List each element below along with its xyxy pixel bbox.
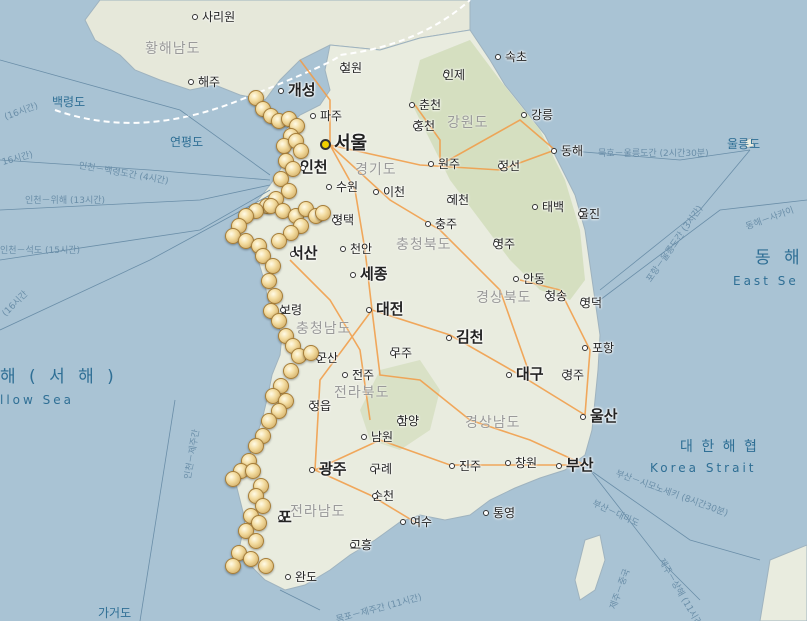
- province-chungnam: 충청남도: [296, 321, 352, 337]
- island-ulleung: 울릉도: [727, 137, 761, 151]
- city-donghae[interactable]: 동해: [551, 145, 583, 157]
- island-yeonpyeong: 연평도: [170, 135, 204, 149]
- strait-en-label: Korea Strait: [650, 461, 757, 475]
- location-marker[interactable]: [293, 143, 309, 159]
- city-daejeon[interactable]: 대전: [366, 302, 404, 317]
- province-chungbuk: 충청북도: [396, 237, 452, 253]
- location-marker[interactable]: [245, 463, 261, 479]
- location-marker[interactable]: [248, 438, 264, 454]
- location-marker[interactable]: [271, 313, 287, 329]
- city-muju[interactable]: 무주: [390, 347, 412, 359]
- location-marker[interactable]: [261, 413, 277, 429]
- city-pohang[interactable]: 포항: [582, 342, 614, 354]
- sea-west-en-label: llow Sea: [0, 393, 74, 407]
- location-marker[interactable]: [225, 471, 241, 487]
- city-gyeongju[interactable]: 경주: [562, 369, 584, 381]
- city-cheorwon[interactable]: 철원: [340, 62, 362, 74]
- city-wonju[interactable]: 원주: [428, 158, 460, 170]
- island-gageo: 가거도: [98, 606, 132, 620]
- city-jeongeup[interactable]: 정읍: [309, 400, 331, 412]
- city-sejong[interactable]: 세종: [350, 267, 388, 282]
- ferry-mukho-ulleung: 묵호－울릉도간 (2시간30분): [598, 149, 709, 159]
- sea-east-en-label: East Se: [733, 274, 799, 288]
- location-marker[interactable]: [243, 551, 259, 567]
- province-gyeonggi: 경기도: [355, 162, 397, 178]
- city-chungju[interactable]: 충주: [425, 218, 457, 230]
- city-taebaek[interactable]: 태백: [532, 201, 564, 213]
- province-jeonbuk: 전라북도: [334, 385, 390, 401]
- location-marker[interactable]: [283, 363, 299, 379]
- city-goheung[interactable]: 고흥: [350, 539, 372, 551]
- city-sariwon[interactable]: 사리원: [192, 11, 235, 23]
- province-gangwon: 강원도: [447, 115, 489, 131]
- city-changwon[interactable]: 창원: [505, 457, 537, 469]
- city-incheon[interactable]: 인천: [300, 160, 328, 175]
- city-hongcheon[interactable]: 홍천: [413, 120, 435, 132]
- city-namwon[interactable]: 남원: [361, 431, 393, 443]
- city-busan[interactable]: 부산: [556, 458, 594, 473]
- location-marker[interactable]: [248, 533, 264, 549]
- city-ulsan[interactable]: 울산: [580, 409, 618, 424]
- city-seosan[interactable]: 서산: [290, 246, 318, 261]
- city-jinju[interactable]: 진주: [449, 460, 481, 472]
- ferry-incheon-wi: 인천－위해 (13시간): [25, 196, 106, 206]
- location-marker[interactable]: [315, 205, 331, 221]
- city-yeongju[interactable]: 영주: [493, 238, 515, 250]
- location-marker[interactable]: [265, 258, 281, 274]
- city-andong[interactable]: 안동: [513, 273, 545, 285]
- province-hwanghae-south: 황해남도: [145, 41, 201, 57]
- province-gyeongbuk: 경상북도: [476, 290, 532, 306]
- city-gangneung[interactable]: 강릉: [521, 109, 553, 121]
- province-jeonnam: 전라남도: [290, 504, 346, 520]
- location-marker[interactable]: [267, 288, 283, 304]
- city-yeosu[interactable]: 여수: [400, 516, 432, 528]
- city-suncheon[interactable]: 순천: [372, 490, 394, 502]
- strait-label: 대 한 해 협: [680, 439, 759, 455]
- location-marker[interactable]: [271, 233, 287, 249]
- city-icheon[interactable]: 이천: [373, 186, 405, 198]
- city-seoul[interactable]: 서울: [320, 135, 367, 153]
- city-gunsan[interactable]: 군산: [316, 352, 338, 364]
- province-gyeongnam: 경상남도: [465, 415, 521, 431]
- sea-east-label: 동 해: [755, 248, 804, 268]
- city-jeonju[interactable]: 전주: [342, 369, 374, 381]
- ferry-incheon-seok: 인천－석도 (15시간): [0, 246, 81, 256]
- city-yeongdeok[interactable]: 영덕: [580, 297, 602, 309]
- city-pyeongtaek[interactable]: 평택: [332, 214, 354, 226]
- city-gimcheon[interactable]: 김천: [446, 330, 484, 345]
- city-wando[interactable]: 완도: [285, 571, 317, 583]
- city-cheongsong[interactable]: 청송: [545, 290, 567, 302]
- city-sokcho[interactable]: 속초: [495, 51, 527, 63]
- city-inje[interactable]: 인제: [443, 69, 465, 81]
- city-mokpo[interactable]: 포: [278, 510, 292, 525]
- sea-west-label: 해 ( 서 해 ): [0, 367, 118, 387]
- city-hamyang[interactable]: 함양: [397, 415, 419, 427]
- city-chuncheon[interactable]: 춘천: [409, 99, 441, 111]
- city-tongyeong[interactable]: 통영: [483, 507, 515, 519]
- city-kaesong[interactable]: 개성: [278, 83, 316, 98]
- city-uljin[interactable]: 울진: [578, 208, 600, 220]
- location-marker[interactable]: [303, 345, 319, 361]
- city-paju[interactable]: 파주: [310, 110, 342, 122]
- city-gwangju[interactable]: 광주: [309, 462, 347, 477]
- city-daegu[interactable]: 대구: [506, 367, 544, 382]
- location-marker[interactable]: [225, 558, 241, 574]
- city-haeju[interactable]: 해주: [188, 76, 220, 88]
- city-cheonan[interactable]: 천안: [340, 243, 372, 255]
- island-baengnyeong: 백령도: [52, 95, 86, 109]
- city-jeongseon[interactable]: 정선: [498, 160, 520, 172]
- city-jecheon[interactable]: 제천: [447, 194, 469, 206]
- city-suwon[interactable]: 수원: [326, 181, 358, 193]
- location-marker[interactable]: [261, 273, 277, 289]
- location-marker[interactable]: [258, 558, 274, 574]
- map-canvas[interactable]: 해 ( 서 해 ) llow Sea 동 해 East Se 대 한 해 협 K…: [0, 0, 807, 621]
- city-gurye[interactable]: 구례: [370, 463, 392, 475]
